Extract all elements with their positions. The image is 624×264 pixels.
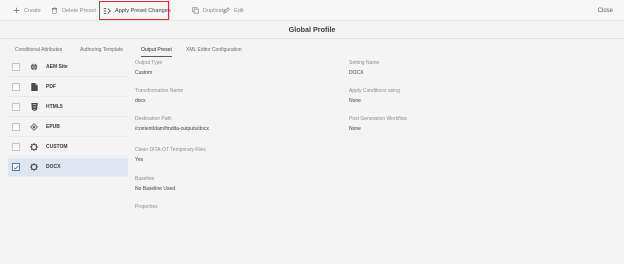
gear-icon	[30, 143, 38, 151]
preset-checkbox[interactable]	[12, 83, 20, 91]
field-label: Properties	[135, 204, 158, 210]
field-value: No Baseline Used	[135, 186, 176, 192]
action-toolbar: Create Delete Preset Apply Preset Change…	[0, 0, 624, 21]
field-apply-conditions: Apply Conditions using None	[349, 88, 400, 104]
field-output-type: Output Type Custom	[135, 60, 162, 76]
preset-checkbox[interactable]	[12, 103, 20, 111]
tab-bar: Conditional Attributes Authoring Templat…	[0, 40, 624, 58]
preset-checkbox[interactable]	[12, 123, 20, 131]
field-value: None	[349, 126, 361, 132]
trash-icon	[50, 7, 58, 15]
field-value: DOCX	[349, 70, 364, 76]
close-button[interactable]: Close	[598, 4, 613, 17]
field-setting-name: Setting Name DOCX	[349, 60, 379, 76]
checkmark-icon	[13, 165, 19, 170]
pencil-icon	[222, 7, 230, 15]
field-value: /content/dam/fmdita-outputs/docx	[135, 126, 209, 132]
preset-row-html5[interactable]: HTML5	[8, 98, 128, 117]
apply-preset-changes-label: Apply Preset Changes	[115, 7, 171, 14]
field-label: Post Generation Workflow	[349, 116, 407, 122]
preset-checkbox-checked[interactable]	[12, 163, 20, 171]
preset-label: CUSTOM	[46, 144, 68, 150]
tab-output-preset[interactable]: Output Preset	[141, 47, 172, 57]
tab-conditional-attributes[interactable]: Conditional Attributes	[15, 47, 62, 53]
tab-authoring-template[interactable]: Authoring Template	[80, 47, 123, 53]
preset-label: AEM Site	[46, 64, 68, 70]
preset-row-custom[interactable]: CUSTOM	[8, 138, 128, 157]
field-value: None	[349, 98, 361, 104]
preset-row-docx[interactable]: DOCX	[8, 158, 128, 177]
field-clean-temp-files: Clean DITA-OT Temporary Files Yes	[135, 147, 206, 163]
field-label: Destination Path	[135, 116, 172, 122]
preset-label: DOCX	[46, 164, 61, 170]
preset-label: HTML5	[46, 104, 63, 110]
field-label: Setting Name	[349, 60, 380, 66]
field-baseline: Baseline No Baseline Used	[135, 176, 175, 192]
preset-label: EPUB	[46, 124, 60, 130]
epub-icon	[30, 123, 38, 131]
delete-preset-label: Delete Preset	[62, 7, 96, 14]
field-label: Clean DITA-OT Temporary Files	[135, 147, 206, 153]
preset-row-epub[interactable]: EPUB	[8, 118, 128, 137]
html5-icon	[30, 103, 38, 111]
field-post-generation-workflow: Post Generation Workflow None	[349, 116, 407, 132]
edit-label: Edit	[234, 7, 244, 14]
delete-preset-button[interactable]: Delete Preset	[50, 4, 96, 17]
page-header: Global Profile	[0, 21, 624, 39]
field-value: Custom	[135, 70, 153, 76]
preset-row-pdf[interactable]: PDF	[8, 78, 128, 97]
plus-icon	[12, 7, 20, 15]
preset-row-aem-site[interactable]: AEM Site	[8, 58, 128, 77]
tab-xml-editor-configuration[interactable]: XML Editor Configuration	[186, 47, 242, 53]
field-label: Baseline	[135, 176, 155, 182]
create-button[interactable]: Create	[12, 4, 41, 17]
duplicate-icon	[191, 7, 199, 15]
field-transformation-name: Transformation Name docx	[135, 88, 183, 104]
create-label: Create	[24, 7, 41, 14]
field-label: Output Type	[135, 60, 163, 66]
preset-checkbox[interactable]	[12, 143, 20, 151]
gear-icon	[30, 163, 38, 171]
field-value: Yes	[135, 157, 144, 163]
field-label: Transformation Name	[135, 88, 184, 94]
apply-icon	[103, 7, 111, 15]
edit-button[interactable]: Edit	[222, 4, 244, 17]
field-value: docx	[135, 98, 146, 104]
apply-preset-changes-button[interactable]: Apply Preset Changes	[99, 1, 171, 20]
field-label: Apply Conditions using	[349, 88, 400, 94]
preset-label: PDF	[46, 84, 56, 90]
preset-checkbox[interactable]	[12, 63, 20, 71]
field-properties: Properties	[135, 204, 158, 214]
field-destination-path: Destination Path /content/dam/fmdita-out…	[135, 116, 209, 132]
globe-icon	[30, 63, 38, 71]
document-icon	[30, 83, 38, 91]
page-title: Global Profile	[288, 25, 336, 34]
